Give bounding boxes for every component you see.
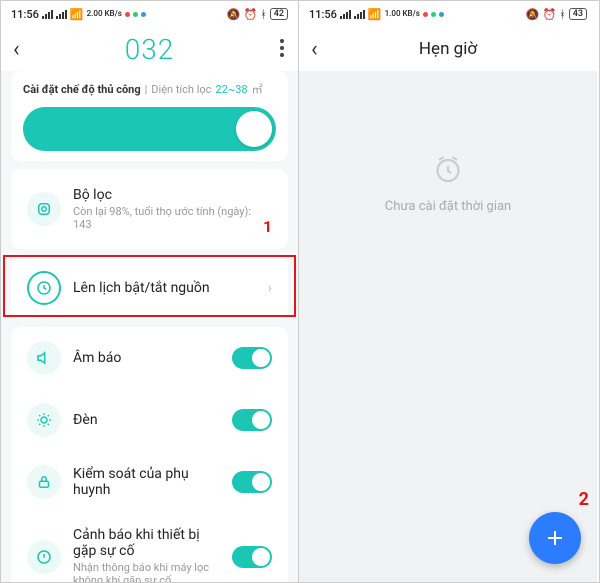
wifi-icon: 📶 <box>70 8 84 21</box>
app-bar: ‹ 032 <box>1 27 298 71</box>
status-time: 11:56 <box>11 8 39 21</box>
app-dot-blue <box>141 12 146 17</box>
phone-right: 11:56 📶 1.00 KB/s 🔕 ⏰ ᚼ 43 ‹ Hẹn giờ <box>299 1 597 582</box>
filter-title: Bộ lọc <box>73 187 272 203</box>
parental-toggle[interactable] <box>232 471 272 493</box>
annotation-2: 2 <box>579 489 589 510</box>
alarm-icon: ⏰ <box>243 8 257 21</box>
mode-label: Cài đặt chế độ thủ công <box>23 83 141 96</box>
phone-left: 11:56 📶 2.00 KB/s 🔕 ⏰ ᚼ 42 ‹ 032 <box>1 1 299 582</box>
app-dot-red <box>125 12 130 17</box>
bell-off-icon-r: 🔕 <box>526 8 540 21</box>
net-speed-r: 1.00 KB/s <box>385 10 420 18</box>
schedule-title: Lên lịch bật/tắt nguồn <box>73 280 256 296</box>
empty-text: Chưa cài đặt thời gian <box>385 199 511 214</box>
net-speed: 2.00 KB/s <box>87 10 122 18</box>
filter-icon <box>27 192 61 226</box>
page-title: 032 <box>1 33 298 66</box>
battery-badge: 42 <box>270 8 288 20</box>
signal-icon-r2 <box>354 10 365 19</box>
signal-icon-r <box>340 10 351 19</box>
more-button[interactable] <box>280 39 284 57</box>
row-sound[interactable]: Âm báo <box>23 327 276 389</box>
row-schedule[interactable]: Lên lịch bật/tắt nguồn › <box>23 257 276 319</box>
filter-sub: Còn lại 98%, tuổi thọ ước tính (ngày): 1… <box>73 205 272 231</box>
row-alert[interactable]: Cảnh báo khi thiết bị gặp sự cố Nhận thô… <box>23 513 276 582</box>
app-dot-green-r <box>431 12 436 17</box>
row-light[interactable]: Đèn <box>23 389 276 451</box>
info-icon <box>27 540 61 574</box>
alert-toggle[interactable] <box>232 546 272 568</box>
wifi-icon-r: 📶 <box>368 8 382 21</box>
clock-icon <box>27 271 61 305</box>
annotation-1: 1 <box>263 217 272 236</box>
status-bar: 11:56 📶 2.00 KB/s 🔕 ⏰ ᚼ 42 <box>1 1 298 27</box>
app-dot-red-r <box>423 12 428 17</box>
alarm-icon-r: ⏰ <box>542 8 556 21</box>
speaker-icon <box>27 341 61 375</box>
signal-icon-2 <box>56 10 67 19</box>
battery-badge-r: 43 <box>569 8 587 20</box>
app-dot-green <box>133 12 138 17</box>
power-slider[interactable] <box>23 107 276 151</box>
lock-icon <box>27 465 61 499</box>
add-timer-button[interactable] <box>529 512 581 564</box>
status-bar-r: 11:56 📶 1.00 KB/s 🔕 ⏰ ᚼ 43 <box>299 1 597 27</box>
mode-card: Cài đặt chế độ thủ công | Diện tích lọc … <box>11 71 288 161</box>
sound-toggle[interactable] <box>232 347 272 369</box>
empty-clock-icon <box>430 151 466 187</box>
chevron-right-icon: › <box>268 280 272 296</box>
bell-off-icon: 🔕 <box>227 8 241 21</box>
light-toggle[interactable] <box>232 409 272 431</box>
status-time-r: 11:56 <box>309 8 337 21</box>
bluetooth-icon-r: ᚼ <box>559 8 566 21</box>
app-bar-r: ‹ Hẹn giờ <box>299 27 597 71</box>
back-button[interactable]: ‹ <box>13 37 39 62</box>
back-button-r[interactable]: ‹ <box>311 37 337 62</box>
page-title-r: Hẹn giờ <box>299 39 597 59</box>
bluetooth-icon: ᚼ <box>260 8 267 21</box>
light-icon <box>27 403 61 437</box>
row-filter[interactable]: Bộ lọc Còn lại 98%, tuổi thọ ước tính (n… <box>23 173 276 245</box>
plus-icon <box>543 526 567 550</box>
app-dot-blue-r <box>439 12 444 17</box>
signal-icon <box>42 10 53 19</box>
row-parental[interactable]: Kiểm soát của phụ huynh <box>23 451 276 513</box>
